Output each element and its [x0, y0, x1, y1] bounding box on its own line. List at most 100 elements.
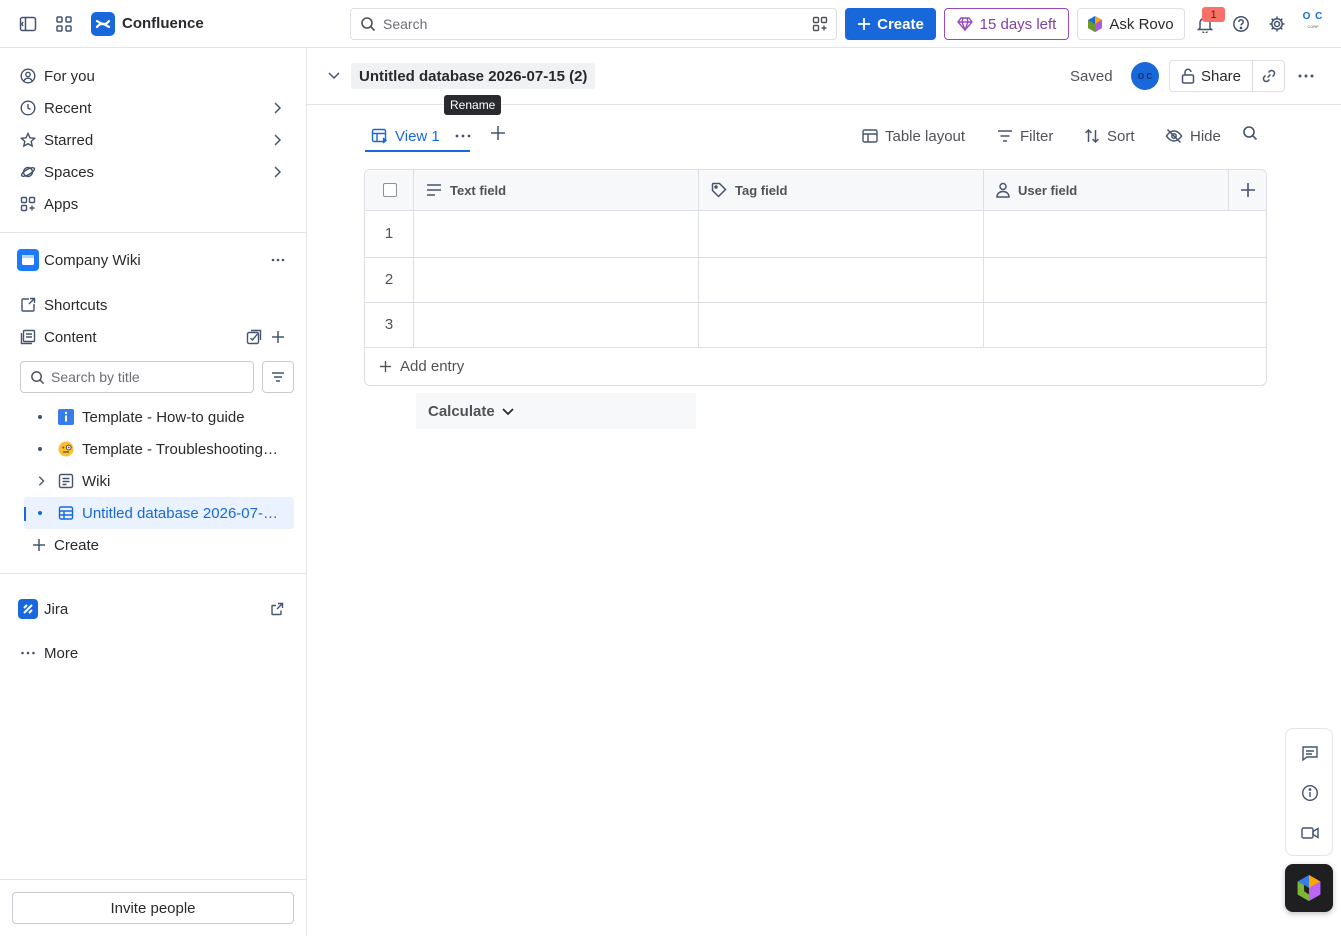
search-icon [30, 370, 45, 385]
sidebar-item-more[interactable]: More [12, 637, 294, 669]
chevron-right-icon [38, 476, 45, 486]
column-divider [698, 170, 699, 348]
plus-icon [858, 18, 871, 30]
sort-arrows-icon [1084, 128, 1100, 144]
tree-bullet [38, 511, 42, 515]
row-number: 3 [384, 316, 394, 333]
app-switcher-icon[interactable] [52, 12, 76, 36]
table-view-icon [371, 128, 388, 144]
table-header-row: Text field Tag field User field [365, 170, 1266, 211]
add-view-icon[interactable] [490, 125, 506, 141]
sort-button[interactable]: Sort [1084, 124, 1135, 148]
advanced-search-icon[interactable] [812, 16, 828, 32]
space-avatar-icon[interactable] [17, 249, 39, 271]
user-icon [996, 182, 1010, 198]
tree-bullet [38, 415, 42, 419]
content-pages-icon [20, 329, 36, 345]
confluence-logo-icon[interactable] [91, 12, 115, 36]
sidebar-item-starred[interactable]: Starred [12, 124, 294, 156]
profile-avatar[interactable]: O C CORP [1300, 12, 1326, 36]
unlock-icon [1181, 68, 1195, 84]
product-name[interactable]: Confluence [122, 15, 204, 32]
collaborator-avatar[interactable]: O C [1131, 62, 1159, 90]
page-icon [58, 473, 74, 489]
table-row[interactable]: 3 [365, 303, 1266, 348]
content-add-icon[interactable] [270, 329, 286, 345]
sidebar-item-shortcuts[interactable]: Shortcuts [12, 289, 294, 321]
create-button[interactable]: Create [845, 8, 936, 40]
table-row[interactable]: 1 [365, 211, 1266, 258]
column-divider [413, 170, 414, 348]
help-icon[interactable] [1229, 12, 1253, 36]
tree-item-how-to-guide[interactable]: Template - How-to guide [24, 401, 294, 433]
rovo-icon [1297, 875, 1321, 901]
column-header-tag-field[interactable]: Tag field [699, 170, 983, 210]
tree-item-troubleshooting[interactable]: Template - Troubleshooting article [24, 433, 294, 465]
active-indicator [24, 507, 26, 521]
sidebar-divider [0, 573, 306, 574]
planet-icon [20, 166, 36, 178]
sidebar-item-apps[interactable]: Apps [12, 188, 294, 220]
chevron-right-icon [274, 134, 282, 146]
sidebar-divider [0, 879, 306, 880]
user-circle-icon [20, 68, 36, 84]
right-action-rail [1285, 728, 1333, 856]
sidebar-item-for-you[interactable]: For you [12, 60, 294, 92]
shortcut-icon [21, 297, 36, 312]
page-more-icon[interactable] [1297, 68, 1315, 84]
space-more-icon[interactable] [270, 252, 286, 268]
top-navigation-bar: Confluence Search Create 15 days left As… [0, 0, 1341, 48]
copy-link-button[interactable] [1253, 60, 1285, 92]
calculate-button[interactable]: Calculate [416, 393, 696, 429]
chevron-right-icon [274, 166, 282, 178]
sidebar-toggle-icon[interactable] [16, 12, 40, 36]
column-header-text-field[interactable]: Text field [414, 170, 698, 210]
share-button[interactable]: Share [1169, 60, 1253, 92]
invite-people-button[interactable]: Invite people [12, 892, 294, 924]
content-search-input[interactable]: Search by title [20, 361, 254, 393]
tree-item-wiki[interactable]: Wiki [24, 465, 294, 497]
add-column-icon[interactable] [1228, 170, 1266, 210]
table-search-icon[interactable] [1242, 125, 1258, 141]
hide-fields-button[interactable]: Hide [1165, 124, 1221, 148]
plus-icon [379, 360, 392, 373]
content-sort-icon[interactable] [246, 329, 262, 345]
sidebar-item-recent[interactable]: Recent [12, 92, 294, 124]
table-layout-button[interactable]: Table layout [862, 124, 965, 148]
table-row[interactable]: 2 [365, 258, 1266, 303]
link-icon [1262, 69, 1275, 83]
settings-gear-icon[interactable] [1265, 12, 1289, 36]
sidebar-item-spaces[interactable]: Spaces [12, 156, 294, 188]
trial-days-left-button[interactable]: 15 days left [944, 8, 1069, 40]
page-header: Untitled database 2026-07-15 (2) Rename … [307, 48, 1341, 115]
sidebar-create-button[interactable]: Create [24, 529, 294, 561]
filter-button[interactable]: Filter [997, 124, 1053, 148]
ask-rovo-button[interactable]: Ask Rovo [1077, 8, 1185, 40]
comment-icon[interactable] [1300, 743, 1320, 763]
sidebar: For you Recent Starred Spaces Apps Compa… [0, 48, 307, 936]
select-all-checkbox[interactable] [383, 183, 397, 197]
eye-hidden-icon [1165, 128, 1183, 144]
chevron-right-icon [274, 102, 282, 114]
global-search-input[interactable]: Search [350, 8, 837, 40]
filter-icon [998, 130, 1012, 142]
content-filter-button[interactable] [262, 361, 294, 393]
tab-view-1[interactable]: View 1 [365, 120, 478, 152]
tree-item-untitled-database[interactable]: Untitled database 2026-07-15 (2) [24, 497, 294, 529]
search-placeholder: Search [383, 16, 428, 32]
row-number: 1 [384, 225, 394, 242]
database-title[interactable]: Untitled database 2026-07-15 (2) [351, 63, 596, 89]
main-content: Untitled database 2026-07-15 (2) Rename … [307, 48, 1341, 936]
active-tab-underline [365, 150, 470, 152]
column-header-user-field[interactable]: User field [984, 170, 1228, 210]
gem-icon [956, 17, 973, 31]
sidebar-item-jira[interactable]: Jira [12, 593, 294, 625]
space-name[interactable]: Company Wiki [44, 252, 141, 269]
table-icon [862, 129, 878, 143]
more-dots-icon [455, 134, 471, 138]
add-entry-button[interactable]: Add entry [379, 358, 464, 375]
star-icon [20, 132, 36, 148]
info-icon[interactable] [1300, 783, 1320, 803]
video-icon[interactable] [1300, 823, 1320, 843]
rovo-chat-button[interactable] [1285, 864, 1333, 912]
